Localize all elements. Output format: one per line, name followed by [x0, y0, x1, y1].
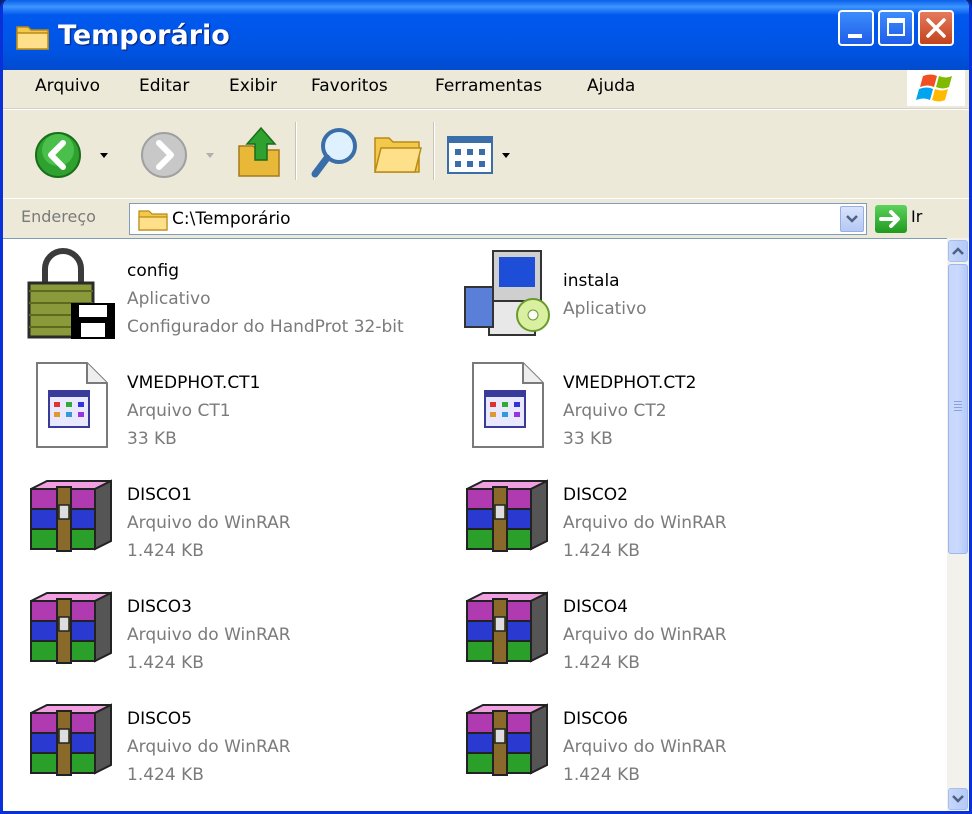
- chevron-up-icon: [952, 247, 964, 255]
- file-detail: Configurador do HandProt 32-bit: [127, 317, 404, 337]
- file-type: Arquivo CT1: [127, 401, 231, 421]
- list-item[interactable]: DISCO4 Arquivo do WinRAR 1.424 KB: [459, 581, 889, 681]
- forward-dropdown-icon: [206, 153, 214, 158]
- file-type: Arquivo do WinRAR: [563, 625, 727, 645]
- menu-bar: Arquivo Editar Exibir Favoritos Ferramen…: [3, 70, 969, 109]
- list-item[interactable]: DISCO2 Arquivo do WinRAR 1.424 KB: [459, 469, 889, 569]
- winrar-archive-icon: [30, 479, 112, 552]
- winrar-archive-icon: [30, 703, 112, 776]
- file-size: 1.424 KB: [563, 541, 640, 561]
- padlock-disk-icon: [27, 248, 115, 339]
- file-size: 1.424 KB: [563, 653, 640, 673]
- folders-icon[interactable]: [373, 130, 423, 178]
- menu-ferramentas[interactable]: Ferramentas: [435, 76, 542, 96]
- file-type: Arquivo do WinRAR: [563, 737, 727, 757]
- file-size: 1.424 KB: [127, 541, 204, 561]
- file-size: 33 KB: [127, 429, 177, 449]
- file-name: DISCO3: [127, 597, 192, 617]
- address-input[interactable]: C:\Temporário: [129, 203, 867, 235]
- list-item[interactable]: DISCO1 Arquivo do WinRAR 1.424 KB: [23, 469, 453, 569]
- file-size: 1.424 KB: [563, 765, 640, 785]
- maximize-button[interactable]: [878, 10, 914, 46]
- file-name: DISCO4: [563, 597, 628, 617]
- chevron-down-icon: [952, 795, 964, 803]
- list-item[interactable]: DISCO6 Arquivo do WinRAR 1.424 KB: [459, 693, 889, 793]
- vertical-scrollbar[interactable]: [947, 238, 969, 811]
- scroll-down-button[interactable]: [948, 788, 968, 810]
- winrar-archive-icon: [466, 479, 548, 552]
- go-button[interactable]: [875, 205, 907, 233]
- list-item[interactable]: VMEDPHOT.CT1 Arquivo CT1 33 KB: [23, 357, 453, 457]
- go-arrow-icon: [879, 210, 900, 228]
- file-name: VMEDPHOT.CT2: [563, 373, 697, 393]
- close-icon: [926, 18, 946, 38]
- file-name: config: [127, 261, 180, 281]
- list-item[interactable]: DISCO5 Arquivo do WinRAR 1.424 KB: [23, 693, 453, 793]
- window-title: Temporário: [58, 20, 230, 51]
- file-type: Arquivo do WinRAR: [127, 625, 291, 645]
- document-file-icon: [36, 362, 108, 448]
- list-item[interactable]: DISCO3 Arquivo do WinRAR 1.424 KB: [23, 581, 453, 681]
- address-dropdown-button[interactable]: [840, 206, 864, 232]
- views-dropdown-icon[interactable]: [501, 152, 511, 160]
- forward-arrow-icon[interactable]: [139, 130, 189, 180]
- list-item[interactable]: instala Aplicativo: [459, 245, 889, 345]
- folder-icon: [16, 26, 49, 50]
- file-name: DISCO1: [127, 485, 192, 505]
- search-icon[interactable]: [309, 124, 361, 182]
- file-name: instala: [563, 271, 620, 291]
- file-type: Arquivo do WinRAR: [563, 513, 727, 533]
- windows-logo-icon: [907, 70, 965, 106]
- file-type: Arquivo do WinRAR: [127, 737, 291, 757]
- close-button[interactable]: [918, 10, 954, 46]
- file-type: Arquivo do WinRAR: [127, 513, 291, 533]
- winrar-archive-icon: [466, 703, 548, 776]
- file-size: 33 KB: [563, 429, 613, 449]
- file-name: VMEDPHOT.CT1: [127, 373, 261, 393]
- views-icon[interactable]: [447, 136, 493, 174]
- address-path: C:\Temporário: [172, 209, 291, 229]
- document-file-icon: [472, 362, 544, 448]
- folder-icon: [138, 210, 168, 231]
- menu-arquivo[interactable]: Arquivo: [35, 76, 100, 96]
- file-size: 1.424 KB: [127, 653, 204, 673]
- go-label[interactable]: Ir: [911, 207, 922, 226]
- scroll-thumb[interactable]: [948, 264, 968, 554]
- menu-exibir[interactable]: Exibir: [229, 76, 277, 96]
- standard-toolbar: [3, 109, 969, 199]
- file-list[interactable]: config Aplicativo Configurador do HandPr…: [3, 238, 947, 811]
- file-name: DISCO2: [563, 485, 628, 505]
- list-item[interactable]: config Aplicativo Configurador do HandPr…: [23, 245, 453, 345]
- address-label: Endereço: [21, 207, 96, 226]
- explorer-window: Temporário Arquivo Editar Exibir Favorit…: [0, 0, 972, 814]
- back-dropdown-icon[interactable]: [99, 152, 109, 160]
- setup-installer-icon: [464, 250, 550, 336]
- file-name: DISCO5: [127, 709, 192, 729]
- menu-favoritos[interactable]: Favoritos: [311, 76, 388, 96]
- scroll-up-button[interactable]: [948, 240, 968, 262]
- menu-editar[interactable]: Editar: [139, 76, 189, 96]
- file-type: Aplicativo: [563, 299, 647, 319]
- file-size: 1.424 KB: [127, 765, 204, 785]
- up-folder-icon[interactable]: [235, 124, 283, 180]
- list-item[interactable]: VMEDPHOT.CT2 Arquivo CT2 33 KB: [459, 357, 889, 457]
- file-name: DISCO6: [563, 709, 628, 729]
- minimize-button[interactable]: [838, 10, 874, 46]
- chevron-down-icon: [846, 215, 858, 223]
- address-bar: Endereço C:\Temporário Ir: [3, 198, 969, 239]
- menu-ajuda[interactable]: Ajuda: [587, 76, 635, 96]
- file-type: Aplicativo: [127, 289, 211, 309]
- winrar-archive-icon: [30, 591, 112, 664]
- back-arrow-icon[interactable]: [33, 130, 83, 180]
- file-type: Arquivo CT2: [563, 401, 667, 421]
- winrar-archive-icon: [466, 591, 548, 664]
